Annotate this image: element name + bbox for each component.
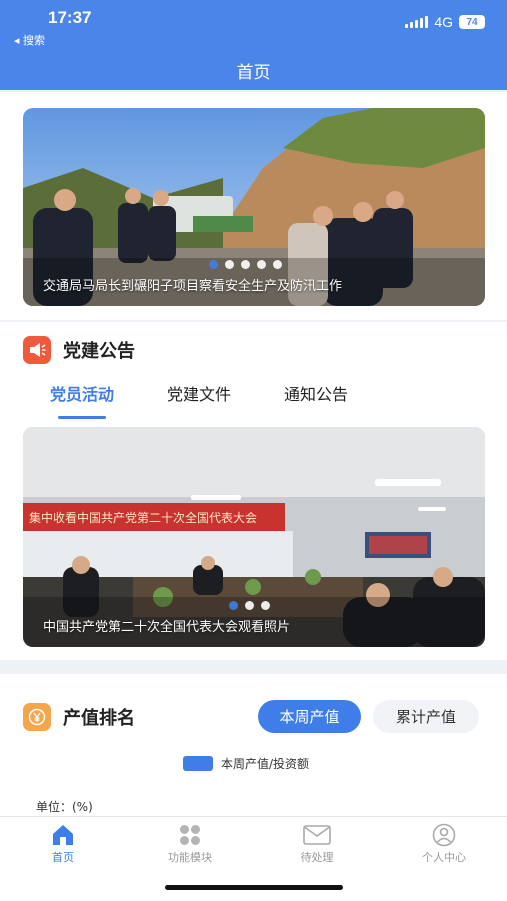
- carousel-dot[interactable]: [261, 601, 270, 610]
- tab-party-documents[interactable]: 党建文件: [167, 381, 231, 405]
- home-icon: [53, 825, 73, 845]
- unit-label: 单位：(%): [36, 800, 93, 814]
- carousel-dots[interactable]: [229, 601, 270, 610]
- status-time: 17:37: [48, 8, 92, 27]
- grid-icon: [180, 825, 200, 845]
- party-section-header: 党建公告: [23, 336, 135, 364]
- yuan-icon: [23, 703, 51, 731]
- carousel-dot[interactable]: [273, 260, 282, 269]
- tab-notices[interactable]: 通知公告: [284, 381, 348, 405]
- top-bar: 17:37 ◂ 搜索 4G 74 首页: [0, 0, 507, 90]
- tab-member-activities[interactable]: 党员活动: [50, 381, 114, 419]
- carousel-dot[interactable]: [241, 260, 250, 269]
- tabbar-label: 功能模块: [168, 851, 212, 864]
- tabbar-item-modules[interactable]: 功能模块: [140, 823, 240, 865]
- party-section-title: 党建公告: [63, 341, 135, 362]
- chart-legend[interactable]: 本周产值/投资额: [183, 755, 309, 772]
- carousel-dots[interactable]: [209, 260, 282, 269]
- tabbar-item-home[interactable]: 首页: [13, 823, 113, 865]
- back-to-search-link[interactable]: ◂ 搜索: [14, 32, 45, 48]
- user-icon: [432, 823, 456, 847]
- ranking-section: [0, 674, 507, 816]
- carousel-dot[interactable]: [225, 260, 234, 269]
- news-banner[interactable]: 交通局马局长到碾阳子项目察看安全生产及防汛工作: [23, 108, 485, 306]
- ranking-section-title: 产值排名: [63, 708, 135, 729]
- party-banner[interactable]: 集中收看中国共产党第二十次全国代表大会 中国共产党第二十次全国代表大会观看照片: [23, 427, 485, 647]
- signal-icon: [405, 16, 429, 28]
- party-tabs: 党员活动 党建文件 通知公告: [50, 381, 348, 419]
- tabbar-item-pending[interactable]: 待处理: [267, 823, 367, 865]
- meeting-photo: 集中收看中国共产党第二十次全国代表大会: [23, 427, 485, 647]
- legend-label: 本周产值/投资额: [221, 757, 310, 771]
- weekly-output-toggle[interactable]: 本周产值: [258, 700, 361, 733]
- tabbar-label: 待处理: [300, 851, 334, 864]
- page-title: 首页: [236, 63, 271, 83]
- tabbar-label: 首页: [52, 851, 74, 864]
- ranking-section-header: 产值排名: [23, 703, 135, 731]
- carousel-dot[interactable]: [245, 601, 254, 610]
- battery-icon: 74: [459, 15, 485, 29]
- home-indicator[interactable]: [165, 885, 343, 890]
- cumulative-output-toggle[interactable]: 累计产值: [373, 700, 479, 733]
- banner-caption: 交通局马局长到碾阳子项目察看安全生产及防汛工作: [43, 279, 343, 294]
- tabbar-label: 个人中心: [422, 851, 466, 864]
- carousel-dot[interactable]: [229, 601, 238, 610]
- mail-icon: [303, 825, 331, 845]
- meeting-sign-text: 集中收看中国共产党第二十次全国代表大会: [29, 510, 257, 525]
- tabbar-item-profile[interactable]: 个人中心: [394, 823, 494, 865]
- legend-swatch: [183, 756, 213, 771]
- banner-caption: 中国共产党第二十次全国代表大会观看照片: [43, 620, 291, 635]
- status-indicators: 4G 74: [405, 14, 485, 30]
- megaphone-icon: [23, 336, 51, 364]
- network-label: 4G: [434, 14, 453, 30]
- carousel-dot[interactable]: [209, 260, 218, 269]
- carousel-dot[interactable]: [257, 260, 266, 269]
